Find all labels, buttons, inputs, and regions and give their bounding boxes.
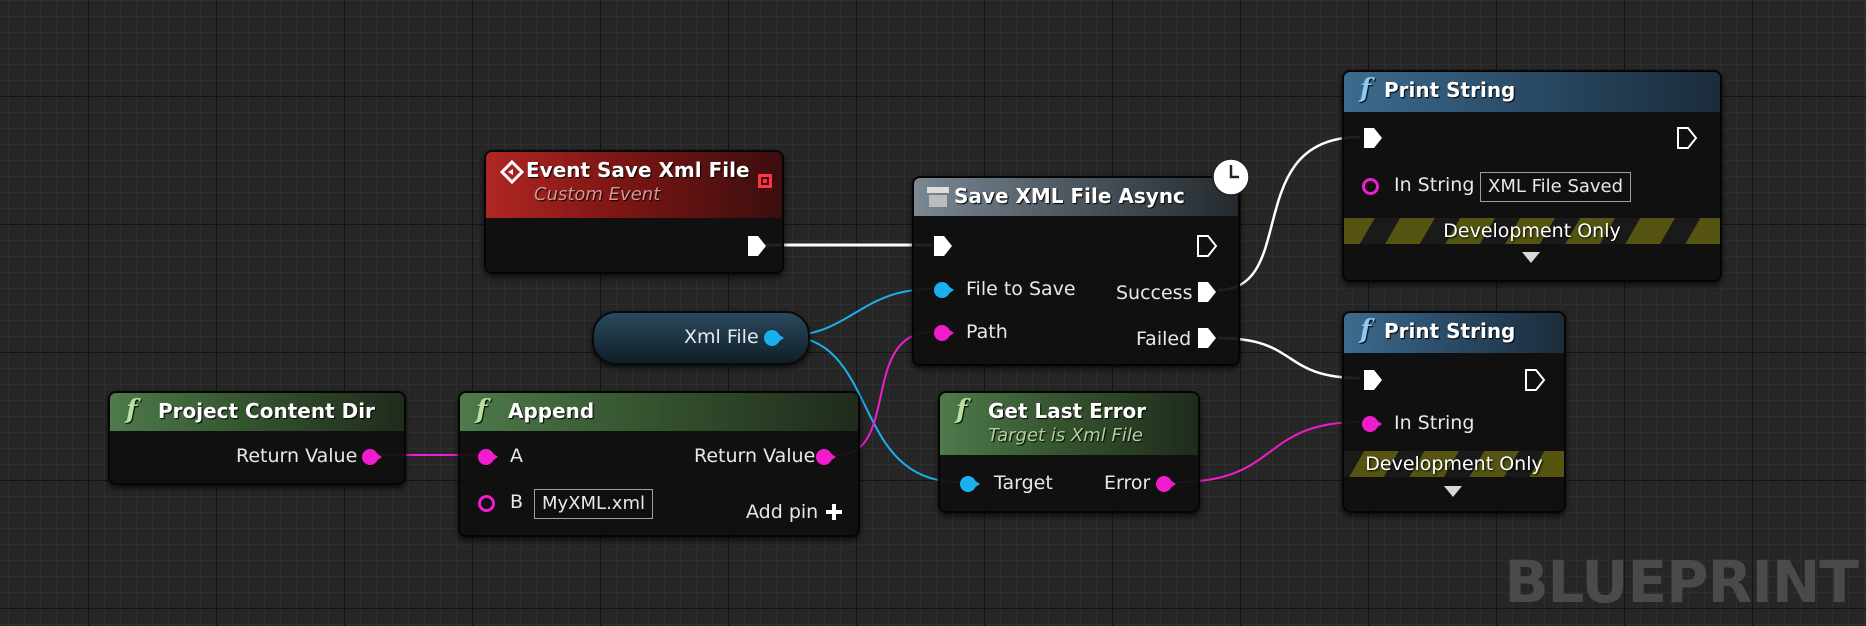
development-only-banner: Development Only	[1344, 218, 1720, 244]
b-pin[interactable]	[478, 495, 495, 512]
b-value-field[interactable]: MyXML.xml	[534, 489, 653, 519]
node-header[interactable]: Event Save Xml File Custom Event	[486, 152, 782, 218]
expand-arrow-icon[interactable]	[1444, 486, 1462, 497]
add-pin-plus-icon[interactable]	[824, 502, 844, 526]
return-value-label: Return Value	[236, 445, 358, 467]
exec-in-pin[interactable]	[1362, 126, 1384, 154]
node-header[interactable]: f Print String	[1344, 313, 1564, 353]
error-label: Error	[1104, 472, 1151, 494]
exec-out-pin[interactable]	[746, 234, 768, 262]
b-label: B	[510, 491, 524, 513]
exec-out-pin[interactable]	[1196, 234, 1218, 262]
path-pin[interactable]	[934, 325, 954, 341]
function-icon: f	[956, 395, 968, 425]
variable-label: Xml File	[684, 326, 759, 348]
in-string-pin[interactable]	[1362, 416, 1382, 432]
return-value-pin[interactable]	[362, 449, 382, 465]
success-label: Success	[1116, 282, 1193, 304]
node-event-save-xml-file[interactable]: Event Save Xml File Custom Event	[484, 150, 784, 274]
file-to-save-pin[interactable]	[934, 282, 954, 298]
in-string-label: In String	[1394, 174, 1475, 196]
exec-in-pin[interactable]	[932, 234, 954, 262]
node-title: Append	[508, 399, 595, 423]
file-to-save-label: File to Save	[966, 278, 1076, 300]
node-project-content-dir[interactable]: f Project Content Dir Return Value	[108, 391, 406, 485]
node-header[interactable]: f Print String	[1344, 72, 1720, 112]
function-icon: f	[476, 395, 488, 425]
return-value-pin[interactable]	[816, 449, 836, 465]
add-pin-label[interactable]: Add pin	[746, 501, 818, 523]
node-subtitle: Custom Event	[534, 184, 661, 205]
target-pin[interactable]	[960, 476, 980, 492]
path-label: Path	[966, 321, 1008, 343]
node-subtitle: Target is Xml File	[988, 425, 1143, 446]
function-icon: f	[1360, 74, 1372, 104]
node-title: Project Content Dir	[158, 399, 375, 423]
exec-out-pin[interactable]	[1676, 126, 1698, 154]
function-icon: f	[1360, 315, 1372, 345]
in-string-field[interactable]: XML File Saved	[1480, 172, 1632, 202]
node-header[interactable]: f Project Content Dir	[110, 393, 404, 431]
error-pin[interactable]	[1156, 476, 1176, 492]
delegate-pin-icon[interactable]	[758, 174, 772, 188]
node-save-xml-file-async[interactable]: Save XML File Async File to Save Success…	[912, 176, 1240, 366]
function-icon: f	[126, 395, 138, 425]
exec-in-pin[interactable]	[1362, 368, 1384, 396]
node-title: Save XML File Async	[954, 184, 1185, 208]
node-print-string-success[interactable]: f Print String In String XML File Saved …	[1342, 70, 1722, 282]
failed-exec-pin[interactable]	[1196, 326, 1218, 354]
node-title: Get Last Error	[988, 399, 1147, 423]
in-string-pin[interactable]	[1362, 178, 1379, 195]
failed-label: Failed	[1136, 328, 1192, 350]
exec-out-pin[interactable]	[1524, 368, 1546, 396]
node-append[interactable]: f Append A Return Value B MyXML.xml Add …	[458, 391, 860, 537]
a-pin[interactable]	[478, 449, 498, 465]
success-exec-pin[interactable]	[1196, 280, 1218, 308]
node-xml-file-variable[interactable]: Xml File	[592, 311, 810, 365]
development-only-banner: Development Only	[1344, 451, 1564, 477]
node-title: Print String	[1384, 319, 1516, 343]
a-label: A	[510, 445, 523, 467]
xml-file-out-pin[interactable]	[764, 330, 784, 346]
in-string-label: In String	[1394, 412, 1475, 434]
node-title: Event Save Xml File	[526, 158, 750, 182]
node-get-last-error[interactable]: f Get Last Error Target is Xml File Targ…	[938, 391, 1200, 513]
node-title: Print String	[1384, 78, 1516, 102]
node-header[interactable]: f Get Last Error Target is Xml File	[940, 393, 1198, 455]
async-box-icon	[926, 186, 950, 213]
target-label: Target	[994, 472, 1053, 494]
wire-error-to-in-string	[1177, 421, 1361, 483]
event-diamond-icon	[499, 159, 525, 189]
expand-arrow-icon[interactable]	[1522, 252, 1540, 263]
latent-clock-icon	[1211, 157, 1251, 201]
node-header[interactable]: Save XML File Async	[914, 178, 1238, 216]
node-print-string-failed[interactable]: f Print String In String Development Onl…	[1342, 311, 1566, 513]
node-header[interactable]: f Append	[460, 393, 858, 431]
return-value-label: Return Value	[694, 445, 816, 467]
